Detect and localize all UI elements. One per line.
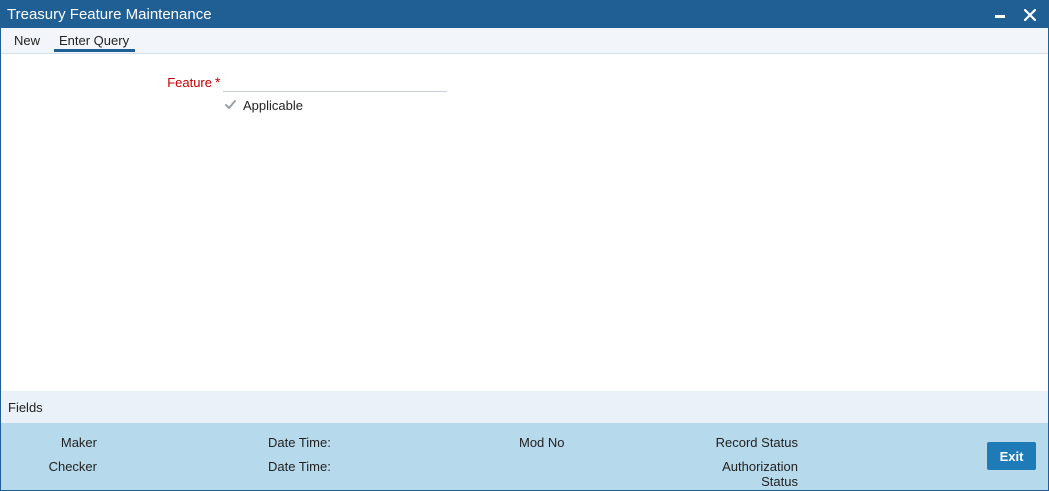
menu-bar: New Enter Query [1, 28, 1048, 54]
minimize-icon [995, 15, 1005, 18]
applicable-label: Applicable [243, 98, 303, 113]
fields-section: Fields [1, 391, 1048, 423]
active-tab-indicator [54, 49, 135, 52]
title-bar: Treasury Feature Maintenance [1, 1, 1048, 28]
close-icon [1024, 8, 1036, 21]
feature-input[interactable] [223, 72, 447, 92]
authorization-status-label-line1: Authorization [722, 459, 798, 474]
maker-date-time-label: Date Time: [268, 435, 331, 450]
fields-label[interactable]: Fields [8, 400, 43, 415]
checker-date-time-label: Date Time: [268, 459, 331, 474]
window: Treasury Feature Maintenance New Enter Q… [0, 0, 1049, 491]
applicable-checkbox[interactable] [223, 98, 237, 112]
window-title: Treasury Feature Maintenance [7, 6, 212, 23]
minimize-button[interactable] [986, 1, 1014, 28]
required-marker: * [215, 74, 221, 90]
authorization-status-label-line2: Status [761, 474, 798, 489]
mod-no-label: Mod No [519, 435, 565, 450]
menu-item-new[interactable]: New [14, 33, 40, 48]
exit-button[interactable]: Exit [987, 442, 1036, 470]
feature-label: Feature [167, 75, 212, 90]
menu-item-enter-query[interactable]: Enter Query [59, 33, 129, 48]
checkmark-icon [224, 100, 236, 109]
close-button[interactable] [1016, 1, 1044, 28]
maker-label: Maker [60, 435, 97, 450]
checker-label: Checker [48, 459, 97, 474]
record-status-label: Record Status [715, 435, 798, 450]
audit-panel [1, 423, 1048, 490]
